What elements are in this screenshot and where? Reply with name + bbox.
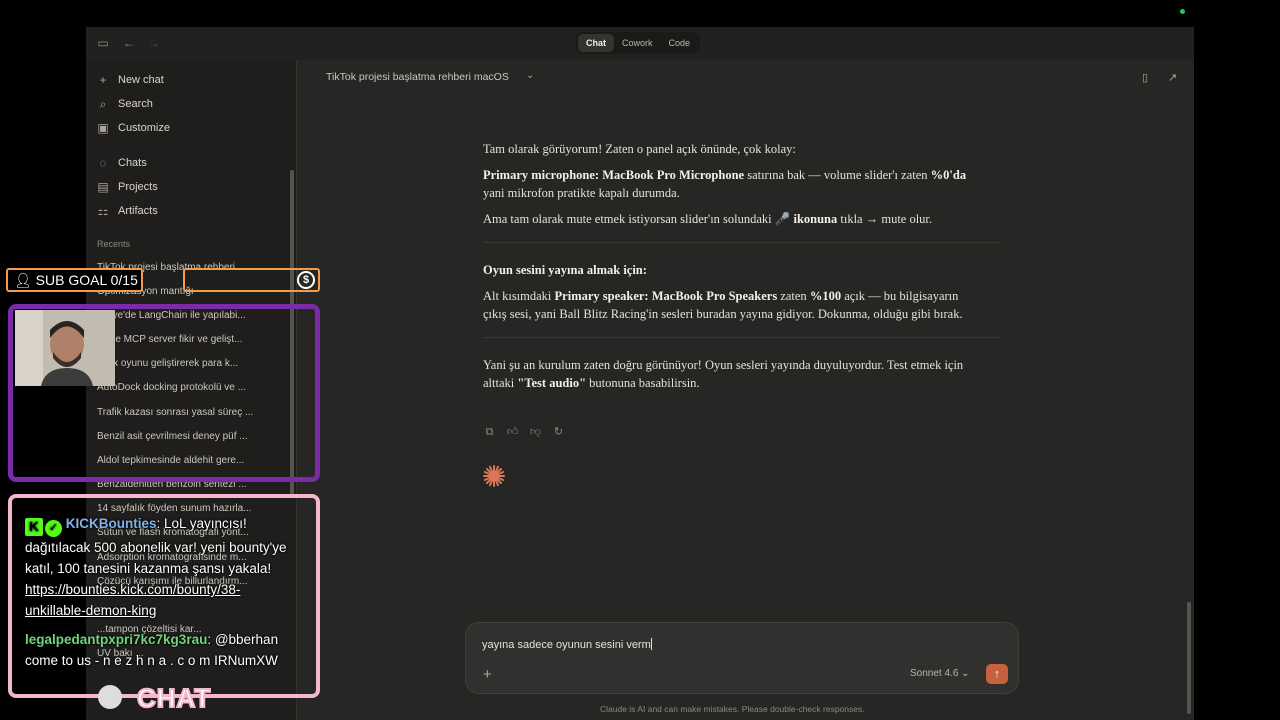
- person-icon: 👤︎: [14, 272, 32, 288]
- copy-icon[interactable]: ⧉: [483, 426, 496, 439]
- sidebar-item-label: Artifacts: [118, 205, 158, 217]
- chat-indicator-icon: [98, 685, 122, 709]
- sidebar-item-search[interactable]: ⌕ Search: [96, 94, 153, 114]
- sidebar-item-label: Customize: [118, 122, 170, 134]
- sidebar-item-label: Projects: [118, 181, 158, 193]
- message-paragraph: Alt kısımdaki Primary speaker: MacBook P…: [483, 289, 963, 321]
- model-selector[interactable]: Sonnet 4.6 ⌄: [910, 668, 970, 679]
- folder-icon: ▤: [97, 180, 109, 194]
- message-actions: ⧉ 👍︎ 👎︎ ↻: [483, 426, 565, 439]
- tab-cowork[interactable]: Cowork: [614, 34, 661, 52]
- sub-goal-progress-bar: $: [183, 268, 320, 292]
- briefcase-icon: ▣: [97, 121, 109, 135]
- stream-chat-overlay: K ✓ KICKBounties: LoL yayıncısı! dağıtıla…: [25, 513, 295, 671]
- mode-tabs: Chat Cowork Code: [576, 32, 701, 54]
- chat-message: K ✓ KICKBounties: LoL yayıncısı! dağıtıla…: [25, 516, 287, 618]
- tab-chat[interactable]: Chat: [578, 34, 614, 52]
- arrow-up-icon: ↑: [994, 668, 1000, 680]
- kick-logo-icon: K: [25, 518, 43, 536]
- sidebar-item-customize[interactable]: ▣ Customize: [96, 118, 170, 138]
- sidebar-toggle-icon[interactable]: ▭: [96, 36, 110, 50]
- divider: [483, 337, 1001, 338]
- webcam-feed: [15, 310, 115, 386]
- add-attachment-icon[interactable]: +: [483, 666, 492, 683]
- thumbs-up-icon[interactable]: 👍︎: [506, 426, 519, 439]
- sidebar-item-label: New chat: [118, 74, 164, 86]
- conversation-title[interactable]: TikTok projesi başlatma rehberi macOS: [326, 71, 509, 83]
- message-paragraph: Primary microphone: MacBook Pro Micropho…: [483, 168, 967, 200]
- message-composer[interactable]: yayına sadece oyunun sesini verm + Sonne…: [465, 622, 1019, 694]
- sidebar-item-new-chat[interactable]: + New chat: [96, 70, 164, 90]
- bounty-link[interactable]: https://bounties.kick.com/bounty/38-unki…: [25, 582, 240, 618]
- tab-code[interactable]: Code: [661, 34, 699, 52]
- screen: ▭ ← → Chat Cowork Code + New chat ⌕ Search…: [0, 0, 1280, 720]
- sub-goal-overlay: 👤︎ SUB GOAL 0/15: [6, 268, 143, 292]
- message-input[interactable]: yayına sadece oyunun sesini verm: [482, 638, 652, 651]
- artifacts-icon: ⚏: [97, 204, 109, 218]
- status-dot: [1180, 9, 1185, 14]
- chat-message: legalpedantpxpri7kc7kg3rau: @bberhan com…: [25, 632, 279, 668]
- message-heading: Oyun sesini yayına almak için:: [483, 263, 647, 277]
- chevron-down-icon[interactable]: ⌄: [526, 70, 534, 81]
- back-arrow-icon[interactable]: ←: [122, 36, 136, 50]
- retry-icon[interactable]: ↻: [552, 426, 565, 439]
- sidebar-item-label: Chats: [118, 157, 147, 169]
- message-paragraph: Ama tam olarak mute etmek istiyorsan sli…: [483, 212, 933, 226]
- search-icon: ⌕: [99, 97, 107, 111]
- chat-label: CHAT: [136, 682, 212, 714]
- title-bar: ▭ ← → Chat Cowork Code: [86, 27, 1194, 60]
- assistant-message: Tam olarak görüyorum! Zaten o panel açık…: [483, 140, 1001, 400]
- webcam-mask: [15, 386, 86, 476]
- message-paragraph: Tam olarak görüyorum! Zaten o panel açık…: [483, 142, 796, 156]
- forward-arrow-icon[interactable]: →: [147, 36, 161, 50]
- thumbs-down-icon[interactable]: 👎︎: [529, 426, 542, 439]
- recents-heading: Recents: [97, 239, 131, 249]
- document-icon[interactable]: ▯: [1142, 71, 1148, 84]
- sidebar-item-label: Search: [118, 98, 153, 110]
- message-paragraph: Yani şu an kurulum zaten doğru görünüyor…: [483, 358, 964, 390]
- share-icon[interactable]: ↗: [1168, 71, 1177, 84]
- dollar-icon: $: [297, 271, 315, 289]
- sidebar-item-projects[interactable]: ▤ Projects: [96, 177, 158, 197]
- disclaimer-text: Claude is AI and can make mistakes. Plea…: [600, 704, 865, 714]
- main-scrollbar[interactable]: [1187, 602, 1191, 714]
- sidebar-item-artifacts[interactable]: ⚏ Artifacts: [96, 201, 158, 221]
- divider: [483, 242, 1001, 243]
- claude-logo-icon: [483, 465, 505, 487]
- verified-badge-icon: ✓: [45, 520, 62, 537]
- chat-bubble-icon: ◌: [99, 156, 107, 170]
- sidebar-item-chats[interactable]: ◌ Chats: [96, 153, 147, 173]
- plus-icon: +: [99, 73, 107, 87]
- send-button[interactable]: ↑: [986, 664, 1008, 684]
